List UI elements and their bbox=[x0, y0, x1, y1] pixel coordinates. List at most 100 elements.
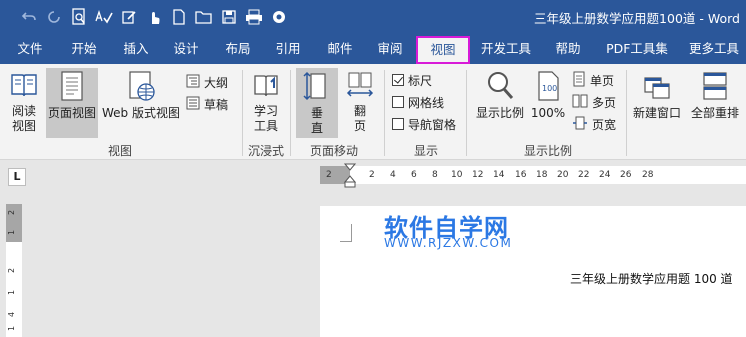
quick-access-toolbar bbox=[18, 6, 290, 28]
read-mode-icon bbox=[9, 70, 39, 104]
document-page[interactable]: 软件自学网 WWW.RJZXW.COM 三年级上册数学应用题 100 道 bbox=[320, 206, 746, 337]
horizontal-ruler[interactable]: 2 2 4 6 8 10 12 14 16 18 20 22 24 26 28 bbox=[320, 166, 746, 184]
learning-tools-button[interactable]: 学习 工具 bbox=[246, 70, 286, 136]
read-mode-button[interactable]: 阅读 视图 bbox=[4, 70, 44, 136]
nav-pane-checkbox[interactable] bbox=[392, 118, 404, 130]
tab-file[interactable]: 文件 bbox=[8, 34, 52, 64]
gridlines-label: 网格线 bbox=[408, 95, 445, 110]
new-window-button[interactable]: 新建窗口 bbox=[630, 70, 684, 136]
gridlines-checkbox-row[interactable]: 网格线 bbox=[392, 92, 444, 112]
page-width-label: 页宽 bbox=[592, 117, 617, 132]
tab-pdf-tools[interactable]: PDF工具集 bbox=[600, 34, 674, 64]
side-to-side-button[interactable]: 翻 页 bbox=[340, 70, 380, 136]
draft-icon bbox=[186, 96, 200, 113]
outline-label: 大纲 bbox=[204, 75, 229, 90]
ruler-tick: 4 bbox=[390, 170, 396, 180]
title-bar: 三年级上册数学应用题100道 - Word bbox=[0, 0, 746, 34]
tab-review[interactable]: 审阅 bbox=[368, 34, 412, 64]
ribbon: 阅读 视图 页面视图 Web 版式视图 大纲 草稿 视图 学习 工具 沉浸式 垂… bbox=[0, 64, 746, 160]
redo-icon[interactable] bbox=[43, 6, 65, 28]
touch-mode-icon[interactable] bbox=[143, 6, 165, 28]
print-preview-icon[interactable] bbox=[68, 6, 90, 28]
zoom-group-label: 显示比例 bbox=[524, 144, 573, 158]
ruler-tick: 1 bbox=[7, 229, 17, 236]
tab-layout[interactable]: 布局 bbox=[216, 34, 260, 64]
learning-tools-label-1: 学习 bbox=[253, 104, 278, 118]
ruler-tick: 10 bbox=[451, 170, 463, 180]
separator bbox=[290, 70, 291, 156]
open-folder-icon[interactable] bbox=[193, 6, 215, 28]
ruler-tick: 24 bbox=[599, 170, 611, 180]
one-page-icon bbox=[572, 71, 586, 90]
ruler-tick: 26 bbox=[620, 170, 632, 180]
multiple-pages-button[interactable]: 多页 bbox=[572, 92, 616, 112]
ribbon-tabs: 文件 开始 插入 设计 布局 引用 邮件 审阅 视图 开发工具 帮助 PDF工具… bbox=[0, 34, 746, 64]
zoom-100-label: 100% bbox=[530, 106, 566, 120]
ruler-label: 标尺 bbox=[408, 73, 433, 88]
web-layout-button[interactable]: Web 版式视图 bbox=[100, 70, 182, 136]
one-page-button[interactable]: 单页 bbox=[572, 70, 614, 90]
ruler-checkbox[interactable] bbox=[392, 74, 404, 86]
draft-label: 草稿 bbox=[204, 97, 229, 112]
gridlines-checkbox[interactable] bbox=[392, 96, 404, 108]
tab-insert[interactable]: 插入 bbox=[114, 34, 158, 64]
ruler-checkbox-row[interactable]: 标尺 bbox=[392, 70, 432, 90]
ruler-tick: 1 bbox=[7, 325, 17, 332]
outline-button[interactable]: 大纲 bbox=[186, 72, 228, 92]
side-to-side-label-2: 页 bbox=[353, 119, 366, 133]
tab-developer[interactable]: 开发工具 bbox=[474, 34, 538, 64]
tab-more-tools[interactable]: 更多工具 bbox=[682, 34, 746, 64]
zoom-button[interactable]: 显示比例 bbox=[472, 70, 528, 136]
print-layout-icon bbox=[57, 70, 87, 106]
print-icon[interactable] bbox=[243, 6, 265, 28]
page-width-button[interactable]: 页宽 bbox=[572, 114, 616, 134]
vertical-button[interactable]: 垂 直 bbox=[296, 68, 338, 138]
save-icon[interactable] bbox=[218, 6, 240, 28]
ruler-tick: 18 bbox=[536, 170, 548, 180]
zoom-100-icon: 100 bbox=[534, 70, 562, 106]
separator bbox=[384, 70, 385, 156]
document-text[interactable]: 三年级上册数学应用题 100 道 bbox=[570, 270, 733, 287]
ruler-tick: 16 bbox=[515, 170, 527, 180]
watermark-url: WWW.RJZXW.COM bbox=[384, 236, 513, 250]
tab-selector[interactable]: L bbox=[8, 168, 26, 186]
zoom-label: 显示比例 bbox=[475, 106, 524, 120]
learning-tools-icon bbox=[251, 70, 281, 104]
draft-button[interactable]: 草稿 bbox=[186, 94, 228, 114]
page-movement-group-label: 页面移动 bbox=[310, 144, 359, 158]
undo-icon[interactable] bbox=[18, 6, 40, 28]
ruler-tick: 22 bbox=[578, 170, 590, 180]
zoom-100-button[interactable]: 100 100% bbox=[528, 70, 568, 136]
tab-view[interactable]: 视图 bbox=[416, 36, 470, 64]
immersive-group-label: 沉浸式 bbox=[248, 144, 285, 158]
spell-check-icon[interactable] bbox=[93, 6, 115, 28]
edit-icon[interactable] bbox=[118, 6, 140, 28]
vertical-scroll-icon bbox=[303, 70, 331, 106]
ruler-tick: 2 bbox=[7, 209, 17, 216]
indent-marker-icon[interactable] bbox=[343, 163, 357, 192]
read-mode-label-2: 视图 bbox=[11, 119, 36, 133]
customize-icon[interactable] bbox=[268, 6, 290, 28]
arrange-all-label: 全部重排 bbox=[690, 106, 739, 120]
new-document-icon[interactable] bbox=[168, 6, 190, 28]
tab-home[interactable]: 开始 bbox=[62, 34, 106, 64]
vertical-label-1: 垂 bbox=[310, 106, 323, 120]
tab-references[interactable]: 引用 bbox=[266, 34, 310, 64]
vertical-ruler[interactable]: 2 1 2 1 4 1 bbox=[6, 204, 22, 337]
print-layout-button[interactable]: 页面视图 bbox=[46, 68, 98, 138]
separator bbox=[626, 70, 627, 156]
ruler-tick: 2 bbox=[7, 267, 17, 274]
new-window-label: 新建窗口 bbox=[632, 106, 681, 120]
tab-design[interactable]: 设计 bbox=[164, 34, 208, 64]
learning-tools-label-2: 工具 bbox=[253, 119, 278, 133]
nav-pane-checkbox-row[interactable]: 导航窗格 bbox=[392, 114, 456, 134]
ruler-tick: 8 bbox=[432, 170, 438, 180]
arrange-all-button[interactable]: 全部重排 bbox=[686, 70, 744, 136]
read-mode-label-1: 阅读 bbox=[11, 104, 36, 118]
tab-help[interactable]: 帮助 bbox=[546, 34, 590, 64]
tab-mailings[interactable]: 邮件 bbox=[318, 34, 362, 64]
multiple-pages-label: 多页 bbox=[592, 95, 617, 110]
show-group-label: 显示 bbox=[414, 144, 439, 158]
ruler-tick: 2 bbox=[326, 170, 332, 180]
ruler-tick: 1 bbox=[7, 289, 17, 296]
